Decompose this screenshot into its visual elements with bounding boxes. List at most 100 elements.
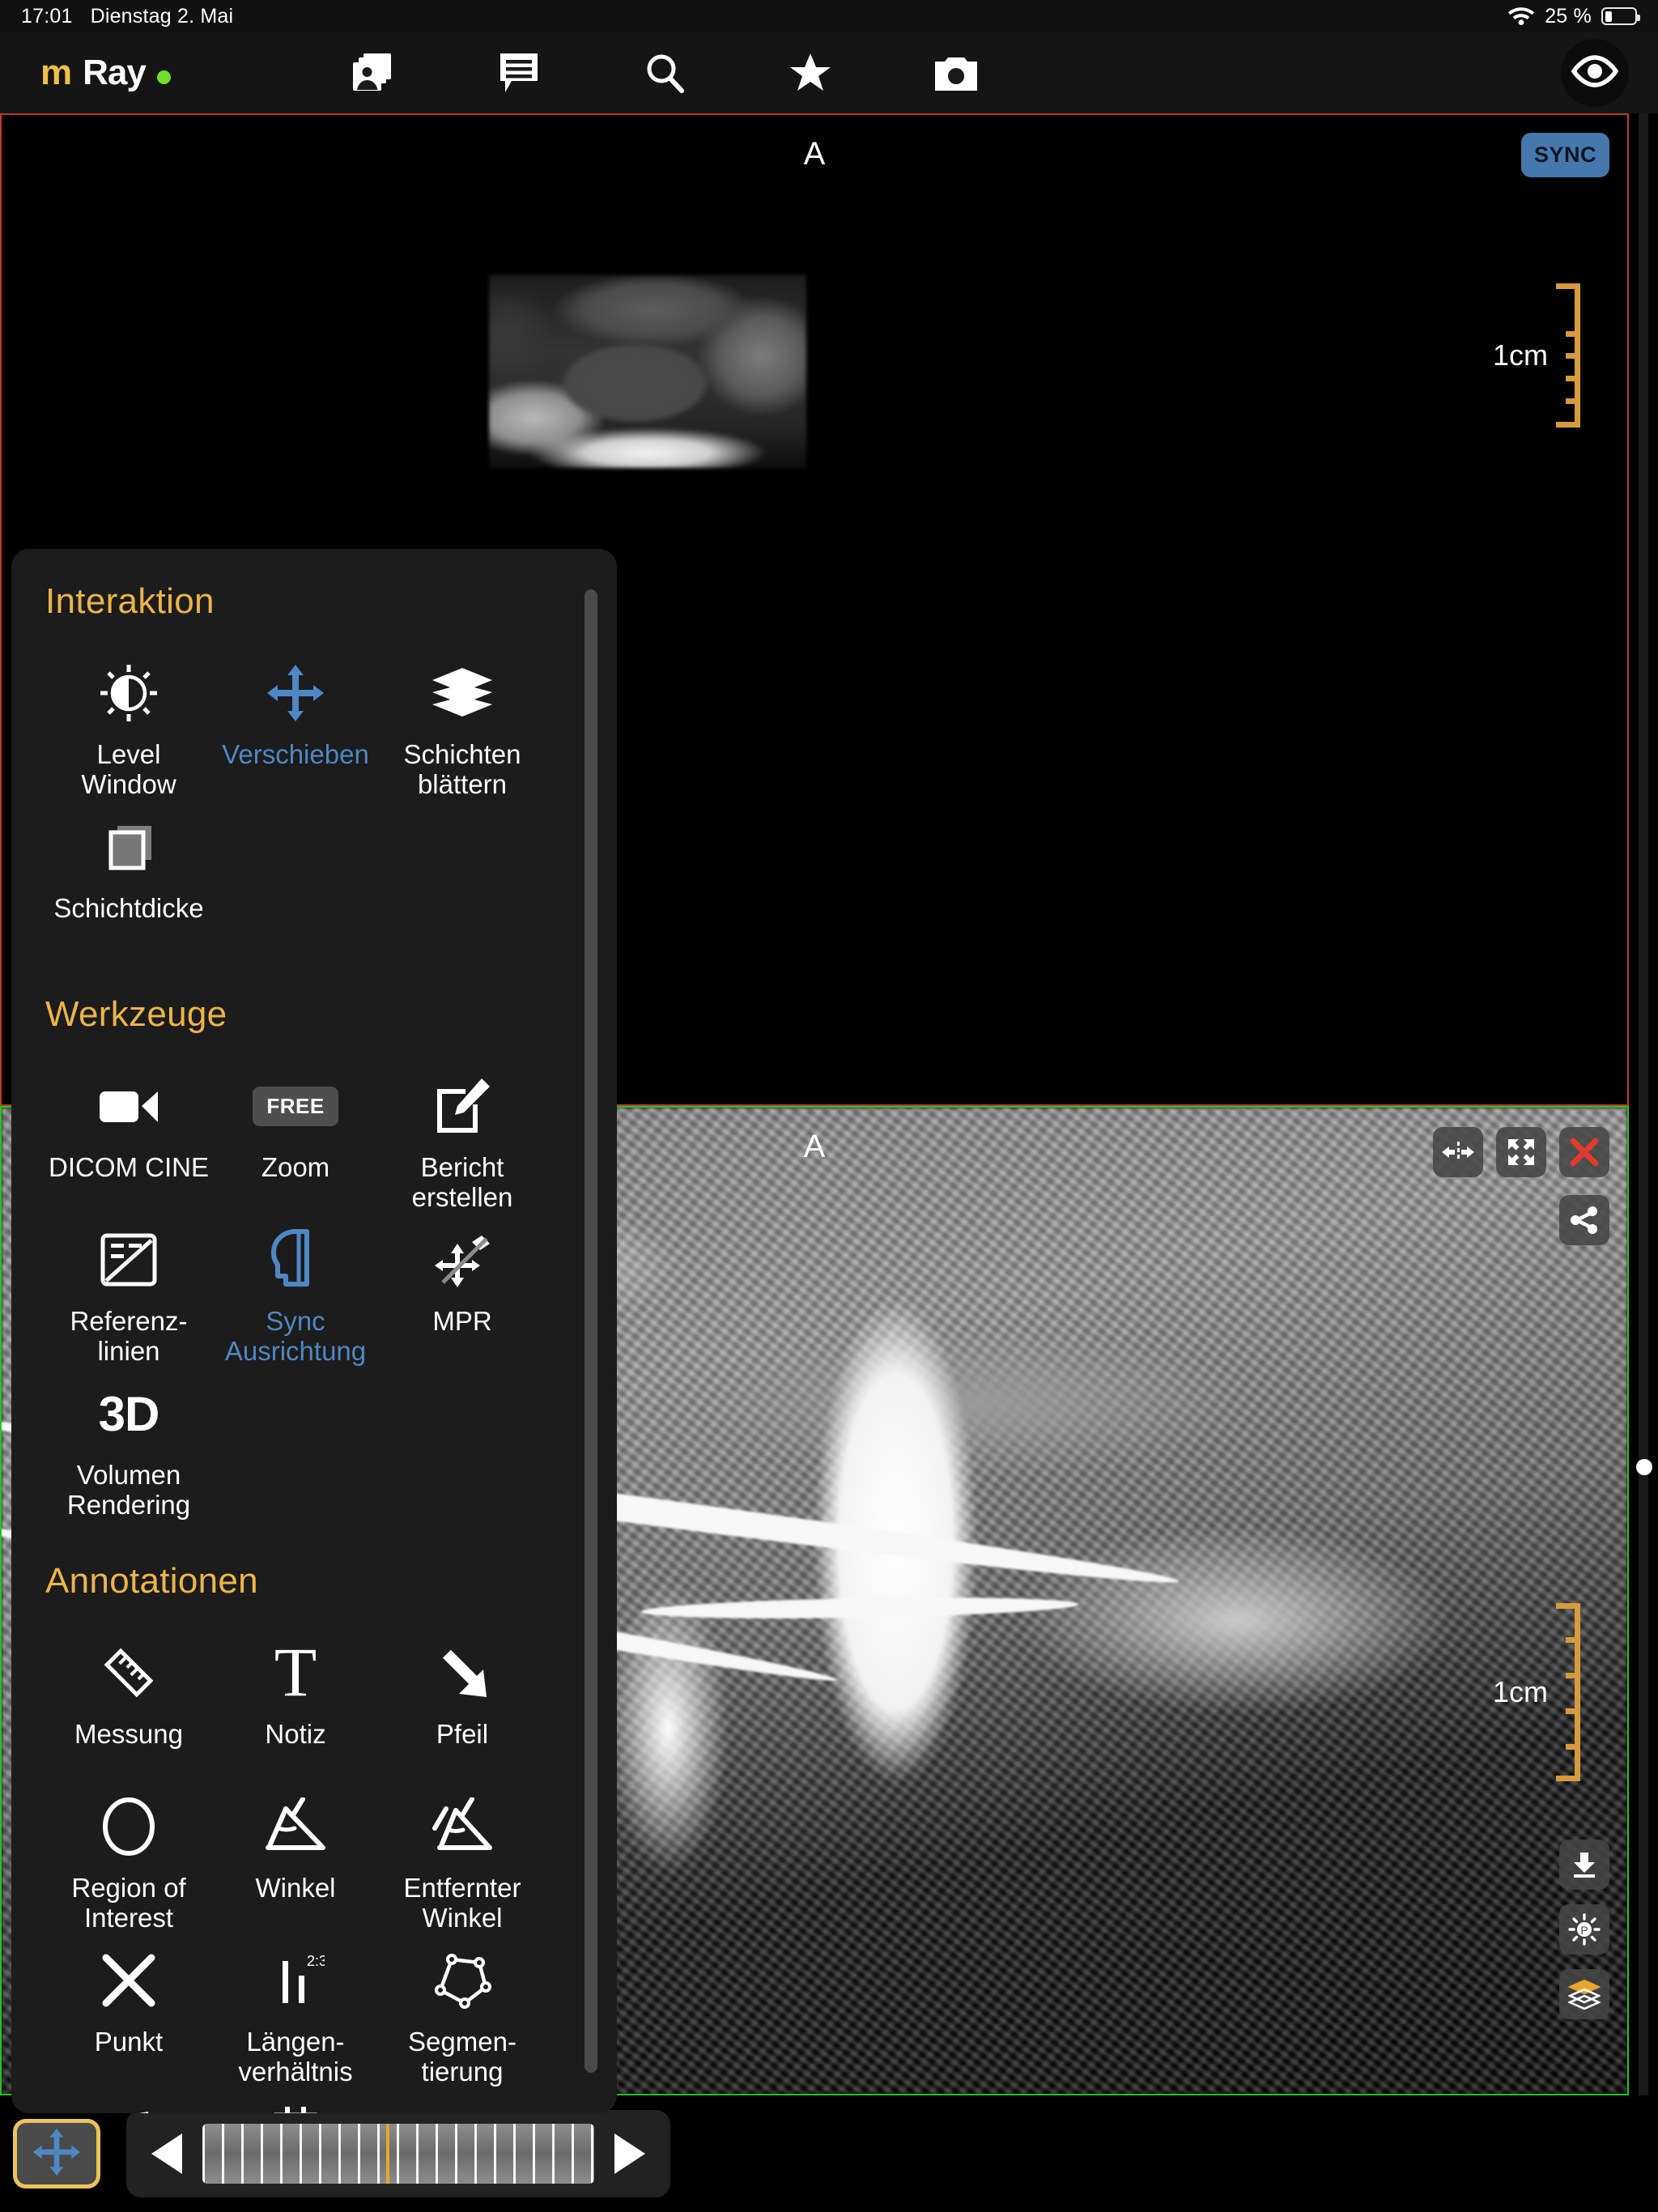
scrubber-prev-button[interactable] [144,2132,189,2176]
menu-item-mpr[interactable]: MPR [379,1216,546,1370]
slice-scrubber[interactable] [126,2110,670,2197]
menu-item-verschieben[interactable]: Verschieben [212,649,379,803]
menu-item-bericht-erstellen[interactable]: Bericht erstellen [379,1062,546,1216]
menu-item-label: Winkel [255,1873,336,1903]
share-button[interactable] [1559,1195,1609,1245]
menu-item-label: Sync Ausrichtung [224,1306,367,1366]
scale-label-bottom: 1cm [1492,1675,1548,1708]
battery-percent: 25 % [1545,4,1592,28]
wifi-icon [1507,4,1535,29]
menu-item-label: Pfeil [436,1719,489,1749]
ruler-icon [100,1634,158,1712]
head-sync-icon [269,1221,322,1299]
menu-scrollbar[interactable] [585,589,597,2073]
menu-item-winkel[interactable]: Winkel [212,1783,379,1937]
menu-item-messung[interactable]: Messung [45,1629,212,1783]
menu-item-label: Zoom [261,1152,330,1182]
layers-button[interactable] [1559,1969,1609,2019]
fullscreen-button[interactable] [1496,1127,1546,1177]
download-button[interactable] [1559,1840,1609,1890]
menu-item-region-of-interest[interactable]: Region of Interest [45,1783,212,1937]
section-title-werkzeuge: Werkzeuge [45,994,227,1034]
menu-item-zoom[interactable]: FREE Zoom [212,1062,379,1216]
menu-item-label: Entfernter Winkel [403,1873,521,1933]
menu-item-hanging[interactable]: Hanging [212,2091,379,2113]
menu-item-schichten-blaettern[interactable]: Schichten blättern [379,649,546,803]
menu-item-label: MPR [432,1306,492,1336]
screenshot-button[interactable] [883,32,1029,113]
menu-item-dicom-cine[interactable]: DICOM CINE [45,1062,212,1216]
scale-label-top: 1cm [1492,338,1548,372]
split-view-button[interactable] [1433,1127,1483,1177]
notiz-glyph: T [274,1633,317,1712]
section-interaktion: Interaktion Level Window Verschieben Sch… [45,581,617,957]
menu-item-label: Notiz [265,1719,326,1749]
scrubber-track[interactable] [202,2124,594,2184]
text-T-icon: T [274,1634,317,1712]
connection-status-dot [156,70,171,84]
layers-stack-icon [431,654,494,732]
text-3d-badge: 3D [98,1375,160,1453]
reference-lines-icon [100,1221,158,1299]
menu-item-entfernter-winkel[interactable]: Entfernter Winkel [379,1783,546,1937]
ratio-icon: 2:3 [266,1942,325,2019]
scale-ruler-bottom: 1cm [1493,1603,1585,1781]
menu-item-label: Bericht erstellen [411,1152,513,1212]
move-arrows-icon [32,2128,81,2180]
menu-item-label: Referenz-linien [70,1306,188,1366]
scrubber-cursor[interactable] [386,2124,390,2184]
svg-text:2:3: 2:3 [307,1953,325,1969]
scrubber-next-button[interactable] [607,2132,653,2176]
preset-window-button[interactable]: P [1559,1904,1609,1955]
favorites-button[interactable] [738,32,883,113]
menu-item-volumen-rendering[interactable]: 3D Volumen Rendering [45,1370,212,1524]
status-bar: 17:01 Dienstag 2. Mai 25 % [0,0,1658,32]
menu-item-referenzlinien[interactable]: Referenz-linien [45,1216,212,1370]
patient-images-button[interactable] [300,32,446,113]
menu-item-punkt[interactable]: Punkt [45,1937,212,2091]
menu-item-notiz[interactable]: T Notiz [212,1629,379,1783]
divider-handle[interactable] [1636,1459,1652,1475]
3d-badge-label: 3D [98,1386,160,1441]
tools-menu-content: Interaktion Level Window Verschieben Sch… [11,549,617,2113]
menu-item-label: Level Window [81,739,176,799]
menu-item-pfeil[interactable]: Pfeil [379,1629,546,1783]
section-title-annotationen: Annotationen [45,1561,258,1601]
video-camera-icon [98,1067,159,1145]
active-tool-button[interactable] [13,2119,100,2189]
visibility-button[interactable] [1561,39,1629,107]
messages-button[interactable] [446,32,592,113]
menu-item-label: Segmen-tierung [408,2027,517,2087]
close-viewport-button[interactable] [1559,1127,1609,1177]
menu-item-laengenverhaeltnis[interactable]: 2:3 Längen-verhältnis [212,1937,379,2091]
app-toolbar: m Ray [0,32,1658,113]
viewport-divider-rail[interactable] [1629,113,1658,2095]
orientation-marker-top: A [803,136,826,172]
status-date: Dienstag 2. Mai [90,4,234,28]
menu-item-segmentierung[interactable]: Segmen-tierung [379,1937,546,2091]
hanging-protocol-icon [266,2095,325,2113]
menu-item-schluesselbild[interactable]: Schlüsselbild [45,2091,212,2113]
menu-item-level-window[interactable]: Level Window [45,649,212,803]
menu-item-schichtdicke[interactable]: Schichtdicke [45,803,212,957]
slice-thickness-icon [100,808,158,886]
arrow-diagonal-icon [433,1634,491,1712]
logo-text-m: m [40,53,72,92]
menu-item-label: Schichtdicke [53,893,204,923]
edit-document-icon [433,1067,491,1145]
section-title-interaktion: Interaktion [45,581,215,621]
scale-ruler-top: 1cm [1493,283,1585,428]
viewport-share-row [1559,1195,1609,1245]
menu-item-sync-ausrichtung[interactable]: Sync Ausrichtung [212,1216,379,1370]
sync-badge[interactable]: SYNC [1520,133,1609,177]
key-image-pin-icon [98,2095,159,2113]
section-annotationen: Annotationen Messung T Notiz Pfeil Regio… [45,1561,617,2113]
menu-scrollbar-thumb[interactable] [585,589,597,2073]
status-time: 17:01 [21,4,73,28]
mri-scan-image[interactable] [489,275,806,468]
menu-item-label: Region of Interest [71,1873,186,1933]
menu-item-label: Messung [74,1719,183,1749]
viewport-controls-top-row [1433,1127,1609,1177]
tools-menu-panel[interactable]: Interaktion Level Window Verschieben Sch… [11,549,617,2113]
search-button[interactable] [592,32,738,113]
